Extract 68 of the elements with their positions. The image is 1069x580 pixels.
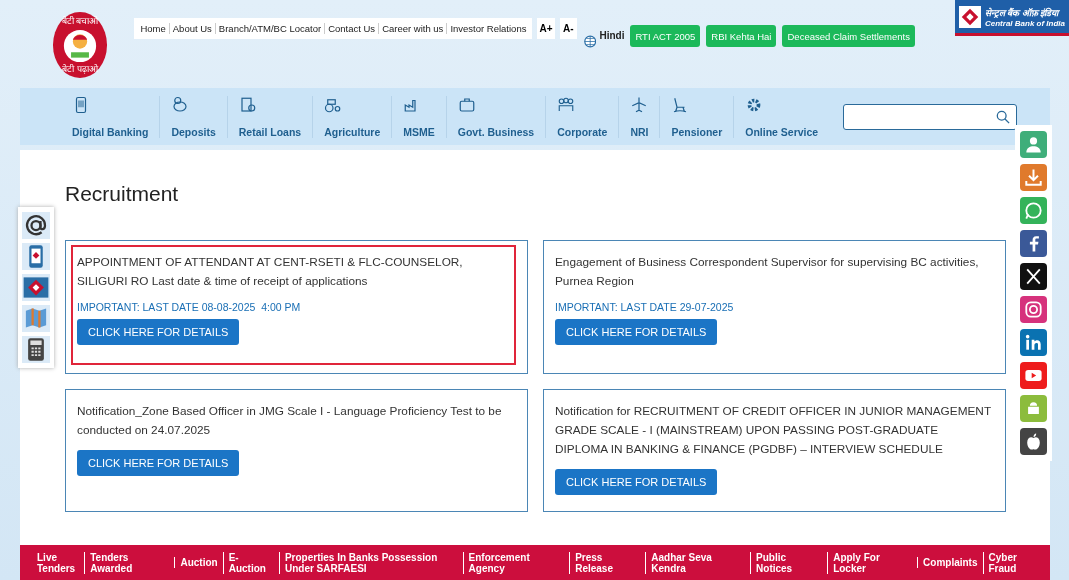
details-button[interactable]: CLICK HERE FOR DETAILS (555, 469, 718, 495)
linkedin-icon[interactable] (1020, 329, 1047, 356)
emblem-bottom-text: बेटी पढ़ाओ (62, 64, 98, 75)
bank-emblem-icon (959, 5, 981, 28)
top-link[interactable]: Contact Us (324, 23, 379, 34)
whatsapp-icon[interactable] (1020, 197, 1047, 224)
details-button[interactable]: CLICK HERE FOR DETAILS (77, 450, 240, 476)
footer-link[interactable]: Live Tenders (32, 551, 85, 574)
card-title: Engagement of Business Correspondent Supervisor for supervising BC activities, Purnea Region (555, 254, 980, 290)
bank-name-hindi: सेन्ट्रल बैंक ऑफ़ इंडिया (985, 6, 1061, 19)
details-button[interactable]: CLICK HERE FOR DETAILS (555, 319, 718, 345)
card-title: Notification_Zone Based Officer in JMG Scale I - Language Proficiency Test to be conducted on 24.07.2025 (77, 403, 503, 439)
piggy-bank-icon (171, 95, 190, 114)
footer-link[interactable]: Press Release (569, 551, 646, 574)
search-icon[interactable] (996, 109, 1010, 124)
top-link[interactable]: Branch/ATM/BC Locator (214, 23, 325, 34)
nav-item[interactable]: Corporate (546, 95, 620, 138)
nav-item[interactable]: Govt. Business (446, 95, 547, 138)
footer-link[interactable]: Complaints (917, 557, 983, 568)
calculator-icon[interactable] (22, 336, 50, 363)
footer-link[interactable]: Enforcement Agency (462, 551, 570, 574)
nav-item[interactable]: Digital Banking (61, 95, 161, 138)
document-icon (238, 95, 257, 114)
last-date-note: IMPORTANT: LAST DATE 08-08-2025 4:00 PM (77, 301, 302, 313)
footer-link[interactable]: Aadhar Seva Kendra (645, 551, 751, 574)
font-size-button[interactable]: A- (559, 18, 578, 39)
page-title: Recruitment (65, 182, 180, 206)
at-sign-icon[interactable] (22, 212, 50, 239)
nav-item[interactable]: Agriculture (313, 95, 393, 138)
footer-link[interactable]: Auction (174, 557, 223, 568)
nav-item[interactable]: MSME (392, 95, 447, 138)
nav-item[interactable]: NRI (619, 95, 661, 138)
search-field[interactable] (843, 103, 1017, 130)
bank-emblem-icon[interactable] (22, 274, 50, 301)
top-link[interactable]: Home (137, 23, 169, 34)
footer-link[interactable]: E-Auction (222, 551, 279, 574)
top-link[interactable]: About Us (168, 23, 215, 34)
footer-link[interactable]: Tenders Awarded (84, 551, 175, 574)
globe-icon[interactable] (584, 34, 597, 49)
airplane-icon (630, 95, 649, 114)
mobile-phone-icon[interactable] (22, 243, 50, 270)
instagram-icon[interactable] (1020, 296, 1047, 323)
nav-item[interactable]: Online Service (734, 95, 830, 138)
footer-link[interactable]: Properties In Banks Possession Under SARFAESI (278, 551, 463, 574)
bank-name: Central Bank of India (985, 18, 1065, 28)
details-button[interactable]: CLICK HERE FOR DETAILS (77, 319, 240, 345)
youtube-icon[interactable] (1020, 362, 1047, 389)
briefcase-icon (457, 95, 476, 114)
nav-item[interactable]: Deposits (160, 95, 228, 138)
footer-link[interactable]: Cyber Fraud (982, 551, 1050, 574)
footer-link[interactable]: Public Notices (750, 551, 828, 574)
download-icon[interactable] (1020, 164, 1047, 191)
last-date-note: IMPORTANT: LAST DATE 29-07-2025 (555, 301, 735, 313)
top-link[interactable]: Investor Relations (446, 23, 530, 34)
facebook-icon[interactable] (1020, 230, 1047, 257)
top-link[interactable]: Career with us (378, 23, 447, 34)
card-title: Notification for RECRUITMENT OF CREDIT OFFICER IN JUNIOR MANAGEMENT GRADE SCALE - I (MAINSTREAM) UPON PASSING POST-GRADUATE DIPLOMA IN BANKING & FINANCE (PGDBF) – INTERVIEW SCHEDULE (555, 403, 992, 458)
font-size-button[interactable]: A+ (537, 18, 555, 39)
language-link[interactable]: Hindi (599, 30, 625, 41)
footer-link[interactable]: Apply For Locker (827, 551, 918, 574)
nav-item[interactable]: Pensioner (660, 95, 735, 138)
x-icon[interactable] (1020, 263, 1047, 290)
nav-item[interactable]: Retail Loans (227, 95, 314, 138)
emblem-top-text: बेटी बचाओ (61, 16, 99, 27)
card-title: APPOINTMENT OF ATTENDANT AT CENT-RSETI & FLC-COUNSELOR, SILIGURI RO Last date & time of receipt of applications (77, 254, 464, 290)
user-icon[interactable] (1020, 131, 1047, 158)
people-icon (557, 95, 576, 114)
apple-icon[interactable] (1020, 428, 1047, 455)
